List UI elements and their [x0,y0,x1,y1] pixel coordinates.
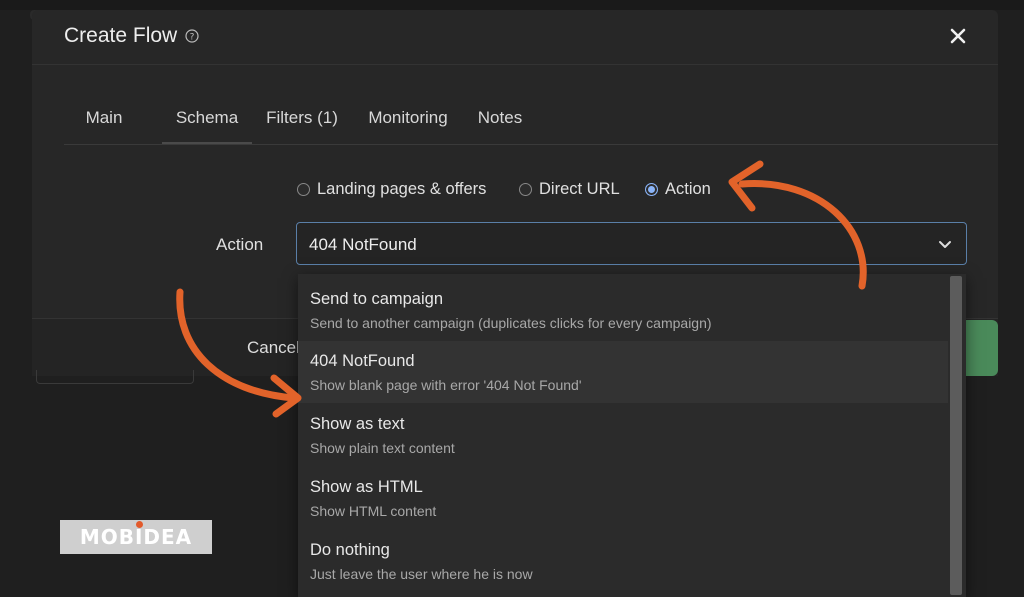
radio-dot [519,183,532,196]
tab-bar: Main Schema Filters (1) Monitoring Notes [64,102,998,145]
option-show-as-text[interactable]: Show as text Show plain text content [298,404,948,466]
tab-notes[interactable]: Notes [474,102,526,144]
option-send-to-campaign[interactable]: Send to campaign Send to another campaig… [298,274,948,336]
tab-schema[interactable]: Schema [162,102,252,144]
option-404-notfound[interactable]: 404 NotFound Show blank page with error … [298,341,948,403]
watermark-text: MOBIDEA [79,525,193,549]
radio-direct-url[interactable]: Direct URL [519,180,620,199]
action-dropdown-menu: Send to campaign Send to another campaig… [298,274,966,597]
logo-dot [136,521,143,528]
radio-dot-checked [645,183,658,196]
cancel-button-outline [36,370,194,384]
radio-dot [297,183,310,196]
tab-monitoring[interactable]: Monitoring [364,102,452,144]
help-icon[interactable]: ? [185,29,199,43]
scrollbar-thumb[interactable] [950,276,962,595]
dialog-title: Create Flow [64,24,178,47]
action-field-label: Action [216,235,264,254]
option-do-nothing[interactable]: Do nothing Just leave the user where he … [298,530,948,592]
chevron-down-icon [939,241,951,248]
cancel-button[interactable]: Cancel [200,326,300,370]
action-select-value: 404 NotFound [309,235,417,254]
arrowhead-404-option [270,374,302,418]
close-icon[interactable] [948,26,968,46]
svg-text:?: ? [190,33,195,43]
dialog-header: Create Flow ? [32,10,998,65]
option-show-as-html[interactable]: Show as HTML Show HTML content [298,467,948,529]
action-select[interactable]: 404 NotFound [296,222,967,265]
dropdown-scrollbar[interactable] [948,274,964,597]
backdrop [0,0,1024,10]
tab-filters[interactable]: Filters (1) [264,102,340,144]
radio-action[interactable]: Action [645,180,711,199]
tab-main[interactable]: Main [78,102,130,144]
radio-landing-pages[interactable]: Landing pages & offers [297,180,486,199]
